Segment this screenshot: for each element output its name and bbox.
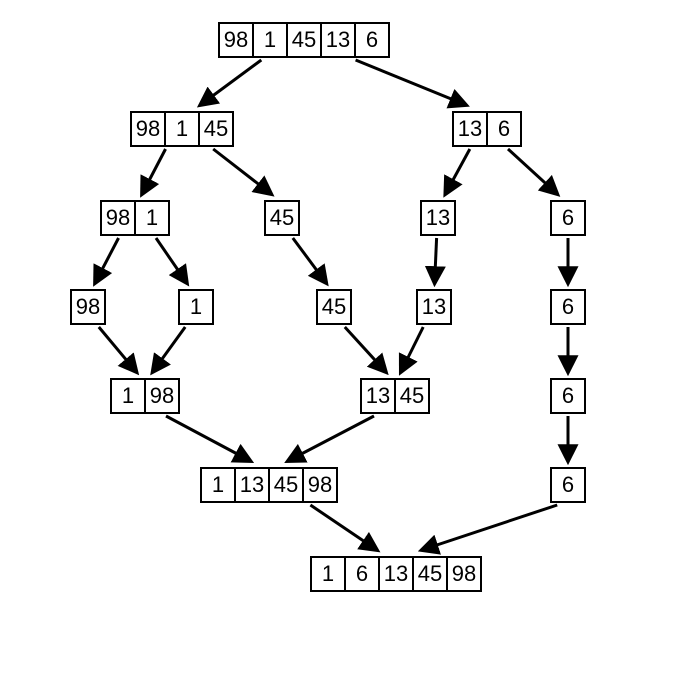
arrow (401, 327, 423, 372)
array-node-l1r: 136 (452, 111, 522, 147)
array-node-l2b: 45 (264, 200, 300, 236)
array-cell: 45 (198, 111, 234, 147)
array-cell: 13 (452, 111, 488, 147)
arrow (422, 505, 557, 550)
array-cell: 45 (268, 467, 304, 503)
array-cell: 98 (144, 378, 180, 414)
array-cell: 1 (134, 200, 170, 236)
array-node-m2: 1345 (360, 378, 430, 414)
array-node-final: 16134598 (310, 556, 482, 592)
array-node-l1l: 98145 (130, 111, 234, 147)
array-node-l3b: 1 (178, 289, 214, 325)
arrow (508, 149, 557, 194)
arrow (166, 416, 250, 461)
array-cell: 45 (264, 200, 300, 236)
array-cell: 13 (416, 289, 452, 325)
arrow (310, 505, 377, 550)
array-cell: 1 (310, 556, 346, 592)
array-node-l2c: 13 (420, 200, 456, 236)
array-cell: 1 (200, 467, 236, 503)
arrow (156, 238, 187, 283)
array-cell: 6 (550, 200, 586, 236)
array-cell: 13 (378, 556, 414, 592)
arrow (99, 327, 137, 372)
array-cell: 98 (446, 556, 482, 592)
array-node-l3c: 45 (316, 289, 352, 325)
array-cell: 98 (130, 111, 166, 147)
array-cell: 6 (354, 22, 390, 58)
array-node-m4: 1134598 (200, 467, 338, 503)
array-node-m5: 6 (550, 467, 586, 503)
arrow (435, 238, 437, 283)
array-cell: 1 (164, 111, 200, 147)
arrow (288, 416, 374, 461)
array-node-l2a: 981 (100, 200, 170, 236)
arrow-layer (0, 0, 700, 700)
array-cell: 6 (550, 467, 586, 503)
array-cell: 13 (420, 200, 456, 236)
array-cell: 13 (320, 22, 356, 58)
arrow (293, 238, 326, 283)
array-node-l3a: 98 (70, 289, 106, 325)
array-cell: 6 (550, 378, 586, 414)
array-cell: 45 (394, 378, 430, 414)
array-node-m1: 198 (110, 378, 180, 414)
arrow (95, 238, 119, 283)
array-cell: 98 (218, 22, 254, 58)
arrow (345, 327, 386, 372)
array-cell: 98 (100, 200, 136, 236)
array-cell: 45 (412, 556, 448, 592)
array-cell: 6 (486, 111, 522, 147)
arrow (142, 149, 166, 194)
arrow (356, 60, 466, 105)
array-cell: 45 (316, 289, 352, 325)
array-node-l3d: 13 (416, 289, 452, 325)
array-node-m3: 6 (550, 378, 586, 414)
array-node-l3e: 6 (550, 289, 586, 325)
array-cell: 13 (234, 467, 270, 503)
array-cell: 98 (70, 289, 106, 325)
arrow (445, 149, 470, 194)
array-cell: 6 (344, 556, 380, 592)
arrow (213, 149, 271, 194)
array-node-root: 98145136 (218, 22, 390, 58)
array-cell: 1 (110, 378, 146, 414)
arrow (200, 60, 261, 105)
array-cell: 13 (360, 378, 396, 414)
array-cell: 1 (178, 289, 214, 325)
array-cell: 6 (550, 289, 586, 325)
arrow (153, 327, 186, 372)
array-cell: 45 (286, 22, 322, 58)
array-node-l2d: 6 (550, 200, 586, 236)
array-cell: 98 (302, 467, 338, 503)
array-cell: 1 (252, 22, 288, 58)
